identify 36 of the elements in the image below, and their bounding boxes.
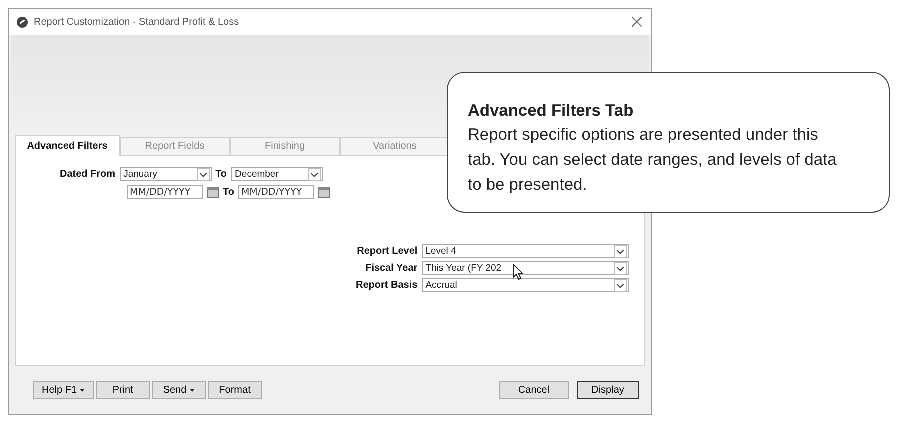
dropdown-caret-icon[interactable] [614,244,627,258]
option-select[interactable]: This Year (FY 202 [422,261,629,275]
option-select[interactable]: Accrual [422,278,629,292]
callout-text: Report specific options are presented under this tab. You can select date ranges, and levels of data to be presented. [468,125,838,196]
caret-icon [190,388,195,392]
dropdown-caret-icon[interactable] [196,168,210,180]
tab[interactable]: Advanced Filters [15,135,120,156]
mouse-cursor-icon [513,264,524,280]
dropdown-caret-icon[interactable] [614,262,627,274]
field-label: Fiscal Year [364,262,418,274]
dropdown-caret-icon[interactable] [614,278,627,292]
field-label: To [223,186,234,198]
month-select[interactable]: January [120,167,212,181]
field-label: Report Basis [356,280,418,290]
footer-button[interactable]: Send [152,381,206,399]
dropdown-caret-icon[interactable] [308,168,322,180]
close-button[interactable] [631,16,643,28]
field-label: To [216,168,228,180]
field-label: Report Level [356,246,418,256]
footer-button[interactable]: Cancel [499,381,569,399]
window-title: Report Customization - Standard Profit & Loss [34,16,240,28]
close-icon [631,16,643,28]
field-label: Dated From [60,168,116,180]
option-select[interactable]: Level 4 [422,244,629,258]
date-field[interactable]: MM/DD/YYYY [238,185,314,199]
app-logo-icon [17,16,28,28]
footer-button[interactable]: Format [208,381,262,399]
footer-button[interactable]: Display [577,381,639,399]
footer-button[interactable]: Help F1 [33,381,94,399]
callout-title: Advanced Filters Tab [468,101,635,122]
date-field[interactable]: MM/DD/YYYY [127,185,203,199]
calendar-icon[interactable] [318,186,330,198]
caret-icon [80,388,86,392]
month-select[interactable]: December [231,167,324,181]
calendar-icon[interactable] [207,186,219,198]
footer-button[interactable]: Print [96,381,150,399]
